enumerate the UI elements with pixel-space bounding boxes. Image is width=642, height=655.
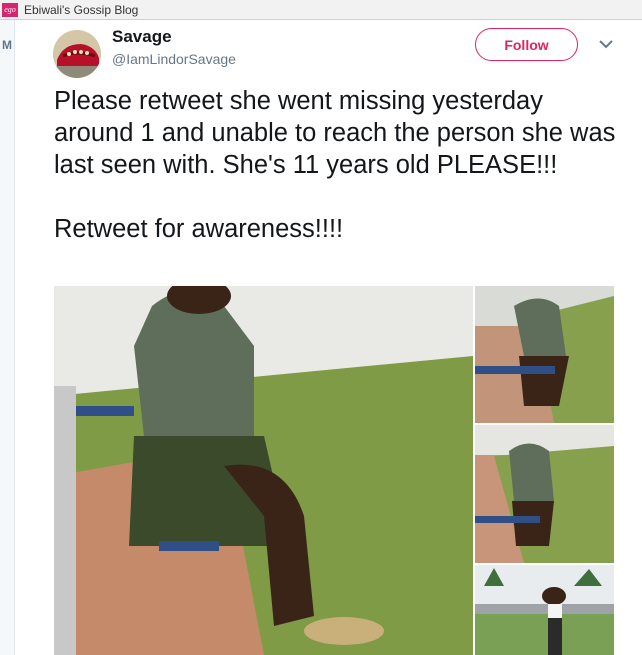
avatar[interactable]	[53, 30, 101, 78]
display-name[interactable]: Savage	[112, 27, 172, 47]
photo-thumb-1[interactable]	[475, 286, 614, 423]
follow-button[interactable]: Follow	[475, 28, 578, 61]
background-page-strip: M	[0, 20, 15, 655]
tweet-paragraph: Please retweet she went missing yesterda…	[54, 87, 616, 179]
chevron-down-icon[interactable]	[597, 36, 615, 52]
tweet-card: Savage @IamLindorSavage Follow Please re…	[15, 20, 642, 655]
background-letter: M	[2, 38, 12, 52]
tweet-media-grid	[54, 286, 614, 655]
tweet-text: Please retweet she went missing yesterda…	[54, 85, 629, 245]
photo-main[interactable]	[54, 286, 473, 655]
bookmark-title[interactable]: Ebiwali's Gossip Blog	[24, 3, 138, 17]
tweet-paragraph: Retweet for awareness!!!!	[54, 215, 344, 243]
photo-thumb-3[interactable]	[475, 565, 614, 655]
browser-bookmark-bar: ego Ebiwali's Gossip Blog	[0, 0, 642, 20]
photo-thumb-2[interactable]	[475, 425, 614, 563]
favicon: ego	[2, 2, 18, 17]
user-handle[interactable]: @IamLindorSavage	[112, 51, 236, 67]
